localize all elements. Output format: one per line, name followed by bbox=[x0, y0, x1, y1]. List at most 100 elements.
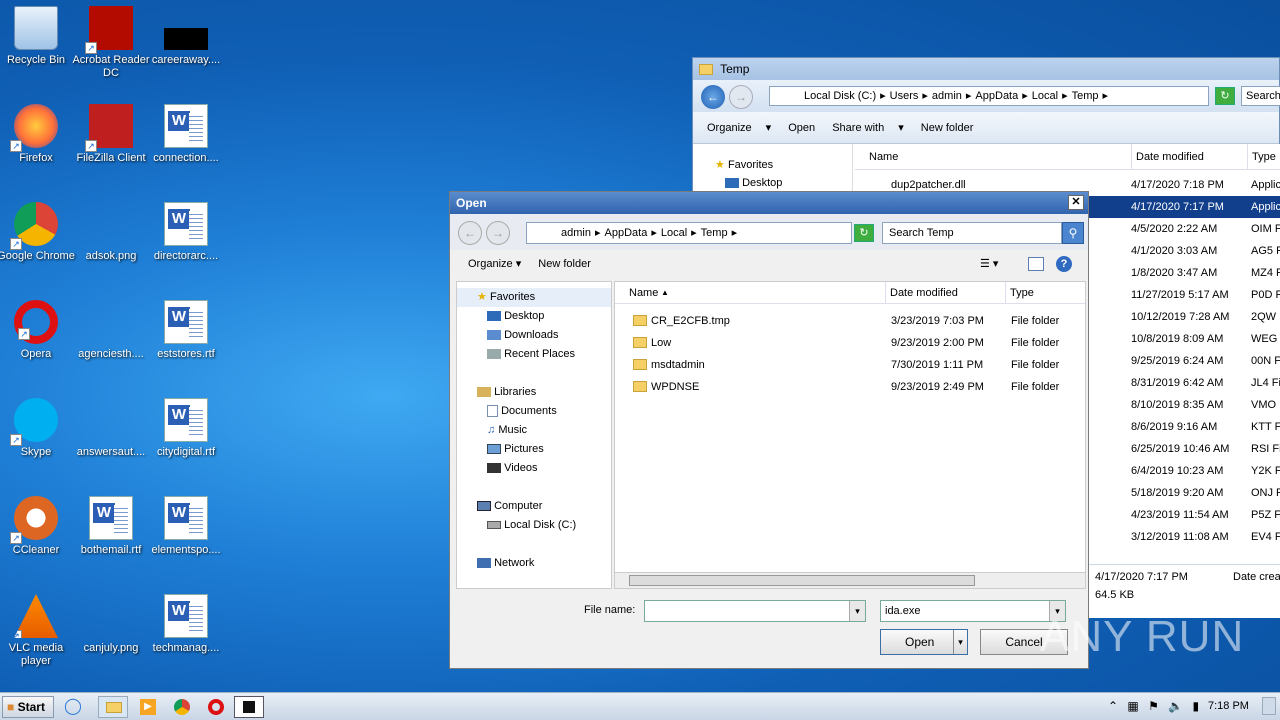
list-item[interactable]: msdtadmin 7/30/2019 1:11 PM File folder bbox=[615, 354, 1085, 376]
desktop-icon-15[interactable]: ↗ CCleaner bbox=[0, 496, 75, 557]
desktop-icon-18[interactable]: ↗ VLC media player bbox=[0, 594, 75, 668]
open-dialog-titlebar[interactable]: Open ✕ bbox=[450, 192, 1088, 214]
nav-videos[interactable]: Videos bbox=[477, 459, 611, 478]
nav-pictures[interactable]: Pictures bbox=[477, 440, 611, 459]
desktop-icon-3[interactable]: ↗ Firefox bbox=[0, 104, 75, 165]
organize-menu[interactable]: Organize bbox=[468, 258, 513, 270]
breadcrumb-arrow-icon[interactable]: ▸ bbox=[1062, 87, 1068, 105]
app-taskbar-button[interactable] bbox=[234, 696, 264, 718]
network-tray-icon[interactable]: ▦ bbox=[1127, 699, 1138, 713]
desktop-icon-7[interactable]: adsok.png bbox=[72, 202, 150, 263]
volume-icon[interactable]: 🔈 bbox=[1168, 699, 1183, 713]
refresh-icon[interactable]: ↻ bbox=[1215, 87, 1235, 105]
explorer-breadcrumb[interactable]: Local Disk (C:) ▸ Users ▸ admin ▸ AppData ▸ Loca… bbox=[769, 86, 1209, 106]
desktop-icon-14[interactable]: Wcitydigital.rtf bbox=[147, 398, 225, 459]
preview-pane-icon[interactable] bbox=[1028, 257, 1044, 271]
opera-taskbar-button[interactable] bbox=[202, 696, 232, 718]
nav-downloads[interactable]: Downloads bbox=[477, 326, 611, 345]
open-dialog[interactable]: Open ✕ ← → admin ▸ AppData ▸ Local ▸ Temp ▸ ↻ S… bbox=[449, 191, 1089, 669]
nav-favorites[interactable]: ★ Favorites bbox=[715, 158, 852, 177]
power-tray-icon[interactable]: ▮ bbox=[1193, 699, 1200, 713]
breadcrumb-arrow-icon[interactable]: ▸ bbox=[966, 87, 972, 105]
col-type[interactable]: Type bbox=[1005, 282, 1034, 304]
desktop-icon-1[interactable]: ↗ Acrobat Reader DC bbox=[72, 6, 150, 80]
breadcrumb-item[interactable]: AppData bbox=[975, 87, 1018, 105]
split-arrow-icon[interactable]: ▾ bbox=[953, 630, 967, 654]
show-desktop-button[interactable] bbox=[1262, 697, 1276, 715]
share-with-menu[interactable]: Share with bbox=[832, 112, 884, 144]
search-icon[interactable]: ⚲ bbox=[1062, 222, 1084, 244]
desktop-icon-5[interactable]: Wconnection.... bbox=[147, 104, 225, 165]
nav-network[interactable]: Network bbox=[477, 554, 611, 573]
breadcrumb-arrow-icon[interactable]: ▸ bbox=[922, 87, 928, 105]
nav-desktop[interactable]: Desktop bbox=[477, 307, 611, 326]
breadcrumb-arrow-icon[interactable]: ▸ bbox=[880, 87, 886, 105]
back-icon[interactable]: ← bbox=[701, 85, 725, 109]
breadcrumb-arrow-icon[interactable]: ▸ bbox=[691, 223, 697, 243]
explorer-titlebar[interactable]: Temp bbox=[693, 58, 1279, 80]
open-button[interactable]: Open bbox=[788, 112, 815, 144]
refresh-icon[interactable]: ↻ bbox=[854, 224, 874, 242]
open-search-input[interactable]: Search Temp bbox=[882, 222, 1062, 244]
scrollbar-thumb[interactable] bbox=[629, 575, 975, 586]
desktop-icon-2[interactable]: careeraway.... bbox=[147, 6, 225, 67]
breadcrumb-item[interactable]: admin bbox=[561, 223, 591, 243]
list-item[interactable]: CR_E2CFB.tmp 3/23/2019 7:03 PM File folder bbox=[615, 310, 1085, 332]
breadcrumb-arrow-icon[interactable]: ▸ bbox=[1103, 87, 1109, 105]
nav-favorites[interactable]: ★ Favorites bbox=[457, 288, 611, 307]
flag-tray-icon[interactable]: ⚑ bbox=[1148, 699, 1159, 713]
desktop-icon-10[interactable]: agenciesth.... bbox=[72, 300, 150, 361]
breadcrumb-item[interactable]: AppData bbox=[605, 223, 648, 243]
new-folder-button[interactable]: New folder bbox=[921, 112, 974, 144]
nav-recent-places[interactable]: Recent Places bbox=[477, 345, 611, 364]
start-button[interactable]: ■ Start bbox=[2, 696, 54, 718]
chrome-taskbar-button[interactable] bbox=[168, 696, 198, 718]
help-icon[interactable]: ? bbox=[1056, 256, 1072, 272]
desktop-icon-0[interactable]: Recycle Bin bbox=[0, 6, 75, 67]
desktop-icon-13[interactable]: answersaut.... bbox=[72, 398, 150, 459]
horizontal-scrollbar[interactable] bbox=[615, 572, 1085, 588]
explorer-taskbar-button[interactable] bbox=[98, 696, 128, 718]
file-type-select[interactable]: ida.exe ▾ bbox=[880, 600, 1066, 622]
breadcrumb-item[interactable]: Users bbox=[890, 87, 919, 105]
breadcrumb-arrow-icon[interactable]: ▸ bbox=[732, 223, 738, 243]
forward-icon[interactable]: → bbox=[729, 85, 753, 109]
back-icon[interactable]: ← bbox=[458, 221, 482, 245]
tray-expand-icon[interactable]: ⌃ bbox=[1108, 699, 1118, 713]
breadcrumb-arrow-icon[interactable]: ▸ bbox=[1022, 87, 1028, 105]
nav-computer[interactable]: Computer bbox=[477, 497, 611, 516]
col-type[interactable]: Type bbox=[1247, 144, 1276, 170]
breadcrumb-item[interactable]: Local bbox=[661, 223, 687, 243]
clock[interactable]: 7:18 PM bbox=[1208, 700, 1249, 712]
col-name[interactable]: Name bbox=[869, 144, 898, 170]
nav-documents[interactable]: Documents bbox=[477, 402, 611, 421]
nav-local-disk[interactable]: Local Disk (C:) bbox=[477, 516, 611, 535]
col-name[interactable]: Name bbox=[629, 282, 658, 304]
view-icon[interactable]: ☰ ▾ bbox=[980, 250, 998, 278]
ie-taskbar-button[interactable]: ◯ bbox=[64, 696, 94, 718]
new-folder-button[interactable]: New folder bbox=[538, 258, 591, 270]
open-button[interactable]: Open ▾ bbox=[880, 629, 968, 655]
desktop-icon-6[interactable]: ↗ Google Chrome bbox=[0, 202, 75, 263]
desktop-icon-17[interactable]: Welementspo.... bbox=[147, 496, 225, 557]
breadcrumb-arrow-icon[interactable]: ▸ bbox=[651, 223, 657, 243]
file-name-input[interactable]: ▾ bbox=[644, 600, 866, 622]
breadcrumb-item[interactable]: Temp bbox=[701, 223, 728, 243]
breadcrumb-item[interactable]: Local bbox=[1032, 87, 1058, 105]
breadcrumb-arrow-icon[interactable]: ▸ bbox=[595, 223, 601, 243]
organize-menu[interactable]: Organize bbox=[707, 112, 752, 144]
list-item[interactable]: Low 9/23/2019 2:00 PM File folder bbox=[615, 332, 1085, 354]
breadcrumb-item[interactable]: admin bbox=[932, 87, 962, 105]
desktop-icon-8[interactable]: Wdirectorarc.... bbox=[147, 202, 225, 263]
desktop-icon-20[interactable]: Wtechmanag.... bbox=[147, 594, 225, 655]
forward-icon[interactable]: → bbox=[486, 221, 510, 245]
col-date[interactable]: Date modified bbox=[1131, 144, 1204, 170]
list-item[interactable]: WPDNSE 9/23/2019 2:49 PM File folder bbox=[615, 376, 1085, 398]
explorer-search-input[interactable]: Search bbox=[1241, 86, 1280, 106]
desktop-icon-9[interactable]: ↗ Opera bbox=[0, 300, 75, 361]
breadcrumb-item[interactable]: Local Disk (C:) bbox=[804, 87, 876, 105]
desktop-icon-16[interactable]: Wbothemail.rtf bbox=[72, 496, 150, 557]
open-breadcrumb[interactable]: admin ▸ AppData ▸ Local ▸ Temp ▸ bbox=[526, 222, 852, 244]
col-date[interactable]: Date modified bbox=[885, 282, 958, 304]
desktop-icon-12[interactable]: ↗ Skype bbox=[0, 398, 75, 459]
